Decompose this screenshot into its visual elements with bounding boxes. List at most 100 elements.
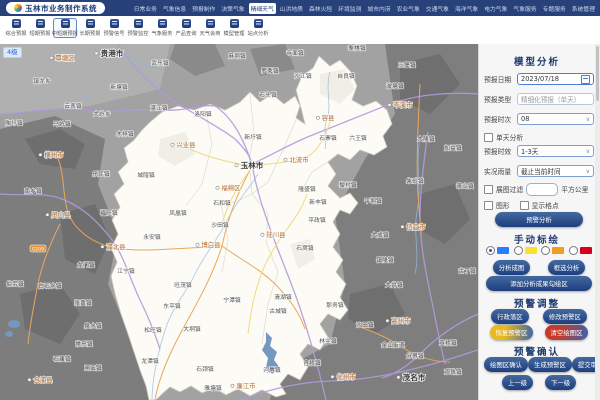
- area-filter-label: 展图过滤: [496, 184, 523, 194]
- menu-item-决策气象[interactable]: 决策气象: [219, 3, 246, 14]
- logo-icon: [14, 4, 22, 12]
- button-行政落区[interactable]: 行政落区: [491, 309, 529, 324]
- city-marker-icon: [39, 153, 42, 156]
- map-label-大岭乡: 大岭乡: [93, 110, 111, 118]
- map-label-寺面镇: 寺面镇: [286, 49, 304, 57]
- map-svg: 贵港市玉林市茂名市覃塘区横州市兴业县容县岑溪市北流市福绵区陆川县博白县灵山县浦北…: [0, 44, 478, 400]
- map-label-北流市: 北流市: [289, 155, 309, 164]
- tab-短期预报[interactable]: 短期预报: [29, 18, 51, 38]
- tab-模型管理[interactable]: 模型管理: [223, 18, 245, 38]
- menu-item-农业气象[interactable]: 农业气象: [395, 3, 422, 14]
- warning-adjust-row2: 恢复预警区清空绘图区: [484, 325, 594, 340]
- tab-天气会商[interactable]: 天气会商: [199, 18, 221, 38]
- calendar-icon[interactable]: [581, 75, 590, 84]
- add-analysis-region-button[interactable]: 添加分析成果勾绘区: [486, 276, 592, 291]
- tab-预警监控[interactable]: 预警监控: [127, 18, 149, 38]
- map-canvas[interactable]: 贵港市玉林市茂名市覃塘区横州市兴业县容县岑溪市北流市福绵区陆川县博白县灵山县浦北…: [0, 44, 478, 400]
- button-绘图区确认[interactable]: 绘图区确认: [484, 357, 528, 372]
- area-filter-row: 展图过滤 平方公里: [484, 182, 594, 196]
- draw-color-option-3[interactable]: [569, 246, 592, 255]
- button-清空绘图区[interactable]: 清空绘图区: [545, 325, 589, 340]
- map-label-武乐镇: 武乐镇: [151, 59, 169, 67]
- draw-color-option-0[interactable]: [486, 246, 509, 255]
- map-label-岑溪市: 岑溪市: [393, 100, 413, 109]
- forecast-date-input[interactable]: 2023/07/18: [517, 73, 594, 85]
- map-label-雅塘镇: 雅塘镇: [204, 384, 222, 392]
- grid-checkbox[interactable]: [520, 201, 529, 210]
- display-options-row: 图形 显示格点: [484, 198, 594, 212]
- map-label-新圩镇: 新圩镇: [244, 133, 262, 141]
- forecast-hour-select[interactable]: 08 ∨: [517, 113, 594, 125]
- tab-气象服务[interactable]: 气象服务: [151, 18, 173, 38]
- forecast-date-row: 预报日期 2023/07/18: [484, 72, 594, 86]
- forecast-range-select[interactable]: 1-3天 ∨: [517, 145, 594, 157]
- chevron-down-icon: ∨: [586, 116, 590, 123]
- tab-label: 站点分析: [248, 29, 269, 37]
- rain-obs-select[interactable]: 截止当前时间 ∨: [517, 165, 594, 177]
- map-label-旺茂镇: 旺茂镇: [174, 281, 192, 289]
- menu-item-气象信息[interactable]: 气象信息: [161, 3, 188, 14]
- menu-item-专题服务[interactable]: 专题服务: [541, 3, 568, 14]
- menu-item-交通气象[interactable]: 交通气象: [424, 3, 451, 14]
- tab-产品查询[interactable]: 产品查询: [175, 18, 197, 38]
- document-icon: [61, 19, 70, 28]
- button-修改预警区[interactable]: 修改预警区: [543, 309, 587, 324]
- button-分析成图[interactable]: 分析成图: [493, 260, 531, 275]
- color-radio[interactable]: [541, 246, 550, 255]
- menu-item-电力气象[interactable]: 电力气象: [482, 3, 509, 14]
- map-label-宁潭镇: 宁潭镇: [223, 296, 241, 304]
- document-icon: [110, 19, 119, 28]
- menu-item-森林火险[interactable]: 森林火险: [307, 3, 334, 14]
- panel-scrollbar[interactable]: [595, 44, 600, 400]
- menu-item-城市内涝[interactable]: 城市内涝: [365, 3, 392, 14]
- color-radio[interactable]: [514, 246, 523, 255]
- menu-item-预报制作[interactable]: 预报制作: [190, 3, 217, 14]
- graph-checkbox[interactable]: [484, 201, 493, 210]
- grid-label: 显示格点: [532, 200, 559, 210]
- city-marker-icon: [316, 116, 319, 119]
- menu-item-海洋气象[interactable]: 海洋气象: [453, 3, 480, 14]
- map-label-大井镇: 大井镇: [385, 281, 403, 289]
- city-marker-icon: [284, 158, 287, 161]
- single-day-label: 单天分析: [496, 132, 523, 142]
- map-label-沙田镇: 沙田镇: [356, 321, 374, 329]
- button-生成预警区[interactable]: 生成预警区: [528, 357, 572, 372]
- tab-长期预报[interactable]: 长期预报: [79, 18, 101, 38]
- tab-综合预报[interactable]: 综合预报: [5, 18, 27, 38]
- map-label-石和镇: 石和镇: [213, 199, 231, 207]
- menu-item-系统管理[interactable]: 系统管理: [570, 3, 597, 14]
- document-icon: [182, 19, 191, 28]
- button-恢复预警区[interactable]: 恢复预警区: [490, 325, 534, 340]
- map-label-乐民镇: 乐民镇: [92, 170, 110, 178]
- draw-color-option-1[interactable]: [514, 246, 537, 255]
- map-level-badge[interactable]: 4级: [3, 47, 22, 58]
- warning-analyze-button[interactable]: 预警分析: [495, 212, 583, 227]
- map-label-镇龙乡: 镇龙乡: [33, 77, 51, 85]
- menu-item-气象服务[interactable]: 气象服务: [511, 3, 538, 14]
- area-filter-checkbox[interactable]: [484, 185, 493, 194]
- color-radio[interactable]: [569, 246, 578, 255]
- button-框选分析[interactable]: 框选分析: [548, 260, 586, 275]
- button-下一级[interactable]: 下一级: [545, 375, 576, 390]
- map-label-象棋镇: 象棋镇: [348, 44, 366, 52]
- color-radio[interactable]: [486, 246, 495, 255]
- tab-站点分析[interactable]: 站点分析: [247, 18, 269, 38]
- map-label-湛江镇: 湛江镇: [150, 104, 168, 112]
- button-上一级[interactable]: 上一级: [502, 375, 533, 390]
- city-marker-icon: [46, 213, 49, 216]
- panel-scrollbar-thumb[interactable]: [596, 46, 599, 101]
- draw-color-option-2[interactable]: [541, 246, 564, 255]
- map-label-南乡镇: 南乡镇: [24, 187, 42, 195]
- menu-item-山洪地质[interactable]: 山洪地质: [278, 3, 305, 14]
- tab-中短期预报[interactable]: 中短期预报: [53, 18, 77, 38]
- menu-item-日常业务[interactable]: 日常业务: [132, 3, 159, 14]
- area-filter-input[interactable]: [526, 183, 558, 196]
- frame-nav-buttons: 上一级下一级: [484, 375, 594, 390]
- tab-预警信号[interactable]: 预警信号: [103, 18, 125, 38]
- warning-adjust-title: 预警调整: [479, 296, 595, 310]
- single-day-checkbox[interactable]: [484, 133, 493, 142]
- document-icon: [158, 19, 167, 28]
- area-filter-unit: 平方公里: [561, 184, 588, 194]
- menu-item-精细天气[interactable]: 精细天气: [249, 3, 276, 14]
- menu-item-环境监测[interactable]: 环境监测: [336, 3, 363, 14]
